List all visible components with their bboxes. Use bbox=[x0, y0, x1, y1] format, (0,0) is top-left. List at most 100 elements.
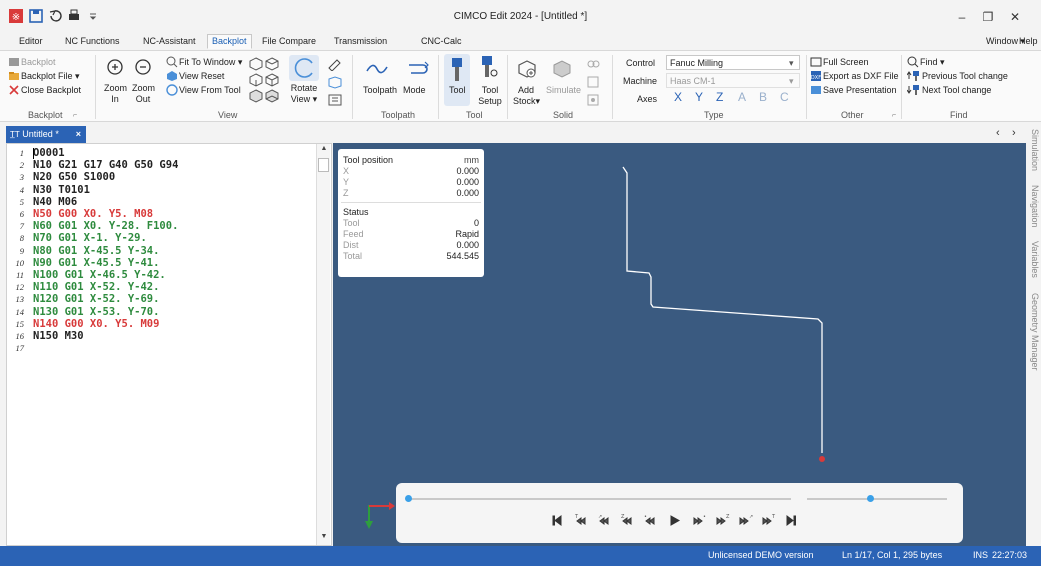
zoom-out-label-line1: Zoom bbox=[132, 83, 156, 93]
full-screen-button[interactable]: Full Screen bbox=[823, 57, 869, 68]
scroll-up-icon[interactable]: ▲ bbox=[319, 145, 329, 155]
document-tab[interactable]: T̲T Untitled * × bbox=[6, 126, 86, 143]
control-select[interactable]: Fanuc Milling ▾ bbox=[666, 55, 800, 70]
export-dxf-button[interactable]: Export as DXF File bbox=[823, 71, 899, 82]
save-presentation-button[interactable]: Save Presentation bbox=[823, 85, 897, 96]
speed-thumb[interactable] bbox=[867, 495, 874, 502]
zoom-out-label-line2: Out bbox=[135, 94, 151, 104]
axis-x-toggle[interactable]: X bbox=[674, 91, 682, 103]
rotate-view-icon[interactable] bbox=[289, 55, 319, 81]
zoom-out-icon[interactable] bbox=[132, 57, 154, 79]
solid-option2-icon[interactable] bbox=[586, 75, 600, 89]
tool-value: 0 bbox=[473, 218, 479, 228]
find-button[interactable]: Find ▾ bbox=[920, 57, 945, 68]
menu-help[interactable]: Help bbox=[1015, 35, 1041, 50]
view-from-tool-button[interactable]: View From Tool bbox=[179, 85, 241, 96]
toolpath-mode-icon[interactable] bbox=[405, 57, 431, 81]
next-tool-change-icon bbox=[907, 84, 921, 96]
zoom-in-icon[interactable] bbox=[104, 57, 126, 79]
step-back-icon[interactable]: • bbox=[644, 514, 655, 525]
side-tab-navigation[interactable]: Navigation bbox=[1027, 185, 1040, 228]
view-cube-side-icon[interactable] bbox=[249, 73, 263, 87]
previous-z-icon[interactable]: Z bbox=[621, 514, 632, 525]
view-cube-bottom-icon[interactable] bbox=[265, 89, 279, 103]
svg-text:Z: Z bbox=[726, 514, 730, 520]
add-stock-icon[interactable] bbox=[516, 57, 538, 81]
go-to-start-icon[interactable] bbox=[552, 515, 562, 526]
scroll-thumb[interactable] bbox=[318, 158, 329, 172]
toolpath-icon[interactable] bbox=[364, 57, 390, 81]
play-icon[interactable] bbox=[670, 515, 681, 526]
playback-panel: T ↗ Z • • Z ↗ T bbox=[396, 483, 963, 543]
axis-y-toggle[interactable]: Y bbox=[695, 91, 703, 103]
grid-view-icon[interactable] bbox=[326, 93, 344, 107]
backplot-file-button[interactable]: Backplot File ▾ bbox=[21, 71, 80, 82]
view-cube-front-icon[interactable] bbox=[249, 57, 263, 71]
menu-file-compare[interactable]: File Compare bbox=[258, 35, 320, 50]
menu-editor[interactable]: Editor bbox=[15, 35, 47, 50]
dialog-launcher-icon[interactable]: ⌐ bbox=[70, 110, 80, 120]
view-cube-top-icon[interactable] bbox=[265, 57, 279, 71]
editor-scrollbar[interactable]: ▲ ▼ bbox=[316, 144, 330, 545]
z-label: Z bbox=[343, 188, 349, 198]
stock-word: Stock bbox=[513, 96, 536, 106]
progress-thumb[interactable] bbox=[405, 495, 412, 502]
axis-z-toggle[interactable]: Z bbox=[716, 91, 723, 103]
code-editor[interactable]: 1 O0001 2 N10 G21 G17 G40 G50 G94 3 N20 G50 S… bbox=[6, 143, 332, 546]
view-cube-iso-icon[interactable] bbox=[265, 73, 279, 87]
document-tab-bar: T̲T Untitled * × ‹ › bbox=[0, 123, 1041, 143]
axis-b-toggle[interactable]: B bbox=[759, 91, 767, 103]
view-reset-button[interactable]: View Reset bbox=[179, 71, 224, 82]
code-text: N150 M30 bbox=[33, 330, 84, 342]
speed-track[interactable] bbox=[807, 498, 947, 500]
next-z-icon[interactable]: Z bbox=[716, 514, 730, 525]
solid-option1-icon[interactable] bbox=[586, 57, 600, 71]
solid-option3-icon[interactable] bbox=[586, 93, 600, 107]
close-window-icon[interactable]: ✕ bbox=[1003, 5, 1027, 29]
tool-setup-icon[interactable] bbox=[478, 55, 500, 81]
machine-select[interactable]: Haas CM-1 ▾ bbox=[666, 73, 800, 88]
side-tab-simulation[interactable]: Simulation bbox=[1027, 129, 1040, 171]
cube-dropdown-icon[interactable] bbox=[326, 75, 344, 89]
minimize-icon[interactable]: – bbox=[950, 5, 974, 29]
tool-button[interactable] bbox=[444, 54, 470, 106]
menu-backplot[interactable]: Backplot bbox=[207, 34, 252, 49]
scroll-down-icon[interactable]: ▼ bbox=[319, 533, 329, 543]
menu-nc-functions[interactable]: NC Functions bbox=[61, 35, 124, 50]
axis-c-toggle[interactable]: C bbox=[780, 91, 789, 103]
step-forward-icon[interactable]: • bbox=[693, 514, 706, 525]
previous-tool-change-button[interactable]: Previous Tool change bbox=[922, 71, 1008, 82]
svg-text:↗: ↗ bbox=[749, 514, 753, 520]
pan-icon[interactable] bbox=[326, 57, 344, 71]
axis-a-toggle[interactable]: A bbox=[738, 91, 746, 103]
next-rapid-icon[interactable]: ↗ bbox=[739, 514, 753, 525]
chevron-down-icon: ▾ bbox=[789, 76, 794, 86]
backplot-icon bbox=[8, 56, 20, 68]
code-text: N60 G01 X0. Y-28. F100. bbox=[33, 220, 179, 233]
restore-icon[interactable]: ❐ bbox=[976, 5, 1000, 29]
go-to-end-icon[interactable] bbox=[786, 515, 796, 526]
menu-nc-assistant[interactable]: NC-Assistant bbox=[139, 35, 200, 50]
line-number: 13 bbox=[15, 294, 25, 305]
close-backplot-button[interactable]: Close Backplot bbox=[21, 85, 81, 96]
dialog-launcher-icon[interactable]: ⌐ bbox=[889, 110, 899, 120]
next-tool-change-button[interactable]: Next Tool change bbox=[922, 85, 991, 96]
backplot-viewport[interactable]: Tool position mm X 0.000 Y 0.000 Z 0.000 Sta… bbox=[333, 143, 1026, 546]
menu-transmission[interactable]: Transmission bbox=[330, 35, 391, 50]
previous-rapid-icon[interactable]: ↗ bbox=[598, 514, 609, 525]
menu-cnc-calc[interactable]: CNC-Calc bbox=[417, 35, 466, 50]
progress-track[interactable] bbox=[408, 498, 791, 500]
close-tab-icon[interactable]: × bbox=[76, 126, 81, 142]
scroll-tabs-left-icon[interactable]: ‹ bbox=[996, 127, 1000, 139]
code-text: N130 G01 X-53. Y-70. bbox=[33, 305, 160, 318]
line-number: 3 bbox=[19, 172, 24, 183]
side-tab-variables[interactable]: Variables bbox=[1027, 241, 1040, 278]
next-tool-icon[interactable]: T bbox=[762, 514, 776, 525]
view-cube-back-icon[interactable] bbox=[249, 89, 263, 103]
backplot-button[interactable]: Backplot bbox=[21, 57, 56, 68]
fit-to-window-button[interactable]: Fit To Window ▾ bbox=[179, 57, 242, 68]
simulate-icon[interactable] bbox=[551, 57, 573, 81]
previous-tool-icon[interactable]: T bbox=[574, 514, 586, 525]
side-tab-geometry-manager[interactable]: Geometry Manager bbox=[1027, 293, 1040, 371]
scroll-tabs-right-icon[interactable]: › bbox=[1012, 127, 1016, 139]
